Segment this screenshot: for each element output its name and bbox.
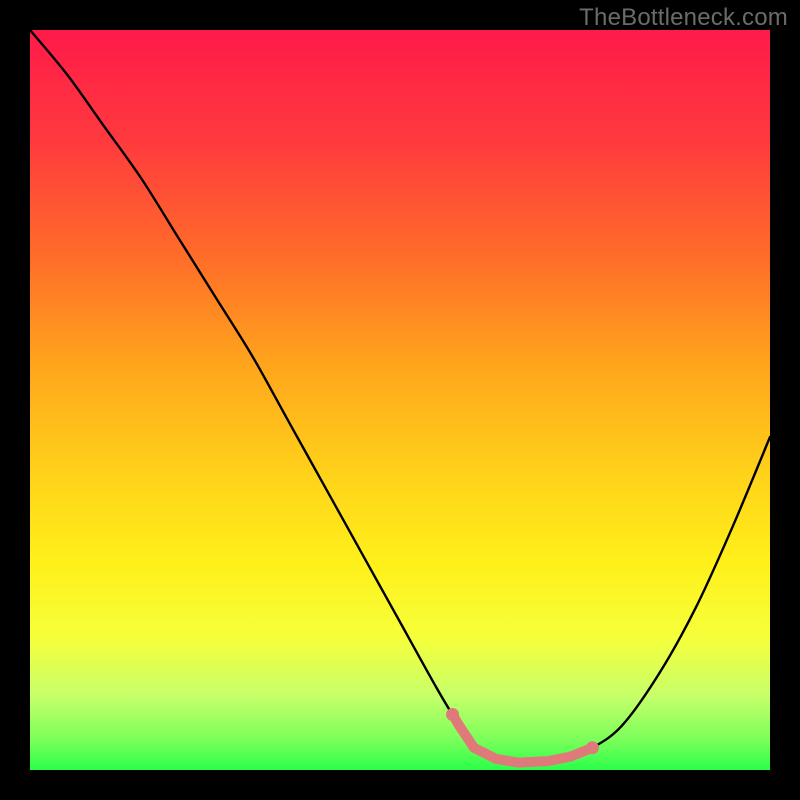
chart-frame: TheBottleneck.com (0, 0, 800, 800)
gradient-background (30, 30, 770, 770)
chart-plot (30, 30, 770, 770)
watermark-text: TheBottleneck.com (579, 4, 788, 32)
